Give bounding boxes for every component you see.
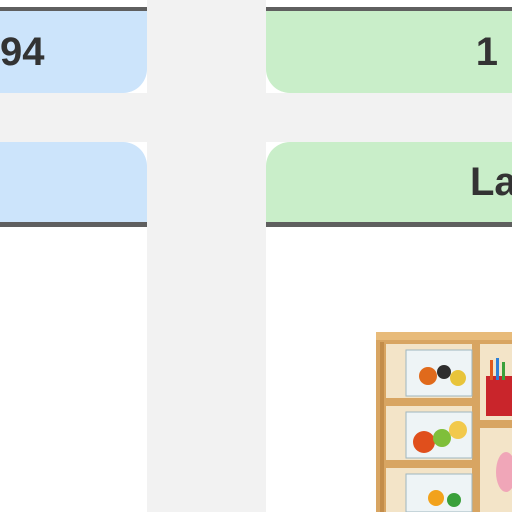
right-column: 1 La xyxy=(266,0,512,512)
storage-cubby-shelf-image[interactable] xyxy=(376,332,512,512)
left-label-card xyxy=(0,142,147,222)
left-column: 94 xyxy=(0,0,147,512)
right-label-card: La xyxy=(266,142,512,222)
left-value-card: 94 xyxy=(0,11,147,93)
left-content-area xyxy=(0,227,147,512)
right-content-area xyxy=(266,227,512,512)
left-value-text: 94 xyxy=(0,29,45,74)
card-gap xyxy=(0,93,147,142)
right-value-card: 1 xyxy=(266,11,512,93)
right-value-text: 1 xyxy=(475,29,498,74)
right-label-text: La xyxy=(470,159,512,204)
card-gap xyxy=(266,93,512,142)
